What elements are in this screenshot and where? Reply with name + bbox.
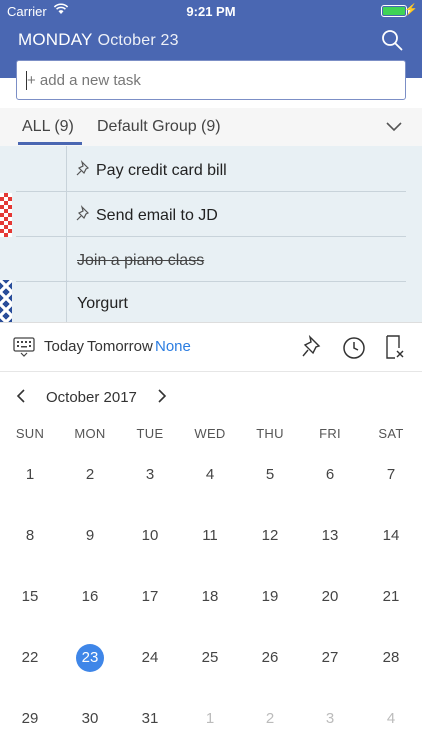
day-number: 30 bbox=[81, 710, 99, 727]
calendar-day[interactable]: 27 bbox=[310, 643, 350, 673]
calendar-day[interactable]: 31 bbox=[130, 704, 170, 734]
calendar-day[interactable]: 14 bbox=[371, 521, 411, 551]
calendar-day[interactable]: 3 bbox=[130, 460, 170, 490]
day-number: 25 bbox=[201, 649, 219, 666]
calendar-day[interactable]: 6 bbox=[310, 460, 350, 490]
calendar-day-next-month[interactable]: 3 bbox=[310, 704, 350, 734]
calendar-day[interactable]: 18 bbox=[190, 582, 230, 612]
day-number: 18 bbox=[201, 588, 219, 605]
calendar-day[interactable]: 12 bbox=[250, 521, 290, 551]
day-number: 28 bbox=[382, 649, 400, 666]
day-number: 27 bbox=[321, 649, 339, 666]
day-number: 12 bbox=[261, 527, 279, 544]
day-number: 6 bbox=[325, 466, 335, 483]
calendar-day-selected[interactable]: 23 bbox=[70, 643, 110, 673]
calendar-day[interactable]: 29 bbox=[10, 704, 50, 734]
calendar-day[interactable]: 20 bbox=[310, 582, 350, 612]
calendar-day[interactable]: 21 bbox=[371, 582, 411, 612]
calendar-day[interactable]: 19 bbox=[250, 582, 290, 612]
day-number: 7 bbox=[386, 466, 396, 483]
calendar-day[interactable]: 26 bbox=[250, 643, 290, 673]
day-number: 2 bbox=[85, 466, 95, 483]
calendar-grid: 1 2 3 4 5 6 7 8 9 10 11 12 13 14 15 16 1… bbox=[0, 0, 422, 750]
day-number: 20 bbox=[321, 588, 339, 605]
day-number: 2 bbox=[265, 710, 275, 727]
calendar-day-next-month[interactable]: 4 bbox=[371, 704, 411, 734]
day-number: 24 bbox=[141, 649, 159, 666]
calendar-day[interactable]: 13 bbox=[310, 521, 350, 551]
calendar-day-next-month[interactable]: 2 bbox=[250, 704, 290, 734]
calendar-day[interactable]: 7 bbox=[371, 460, 411, 490]
day-number: 4 bbox=[386, 710, 396, 727]
day-number: 26 bbox=[261, 649, 279, 666]
day-number: 3 bbox=[145, 466, 155, 483]
calendar-day[interactable]: 25 bbox=[190, 643, 230, 673]
day-number: 9 bbox=[85, 527, 95, 544]
day-number: 14 bbox=[382, 527, 400, 544]
day-number: 21 bbox=[382, 588, 400, 605]
day-number: 23 bbox=[81, 649, 99, 666]
day-number: 17 bbox=[141, 588, 159, 605]
calendar-day[interactable]: 4 bbox=[190, 460, 230, 490]
day-number: 11 bbox=[202, 527, 218, 544]
calendar-day[interactable]: 15 bbox=[10, 582, 50, 612]
day-number: 19 bbox=[261, 588, 279, 605]
day-number: 31 bbox=[141, 710, 159, 727]
calendar-day[interactable]: 10 bbox=[130, 521, 170, 551]
day-number: 3 bbox=[325, 710, 335, 727]
calendar-day[interactable]: 2 bbox=[70, 460, 110, 490]
calendar-day[interactable]: 22 bbox=[10, 643, 50, 673]
calendar-day-next-month[interactable]: 1 bbox=[190, 704, 230, 734]
day-number: 15 bbox=[21, 588, 39, 605]
day-number: 4 bbox=[205, 466, 215, 483]
calendar-day[interactable]: 8 bbox=[10, 521, 50, 551]
calendar-day[interactable]: 16 bbox=[70, 582, 110, 612]
day-number: 29 bbox=[21, 710, 39, 727]
day-number: 5 bbox=[265, 466, 275, 483]
calendar-day[interactable]: 30 bbox=[70, 704, 110, 734]
calendar-day[interactable]: 5 bbox=[250, 460, 290, 490]
calendar-day[interactable]: 24 bbox=[130, 643, 170, 673]
calendar-day[interactable]: 9 bbox=[70, 521, 110, 551]
calendar-day[interactable]: 1 bbox=[10, 460, 50, 490]
day-number: 10 bbox=[141, 527, 159, 544]
day-number: 13 bbox=[321, 527, 339, 544]
day-number: 8 bbox=[25, 527, 35, 544]
day-number: 22 bbox=[21, 649, 39, 666]
day-number: 1 bbox=[205, 710, 215, 727]
day-number: 16 bbox=[81, 588, 99, 605]
calendar-day[interactable]: 11 bbox=[190, 521, 230, 551]
calendar-day[interactable]: 17 bbox=[130, 582, 170, 612]
calendar-day[interactable]: 28 bbox=[371, 643, 411, 673]
day-number: 1 bbox=[25, 466, 35, 483]
